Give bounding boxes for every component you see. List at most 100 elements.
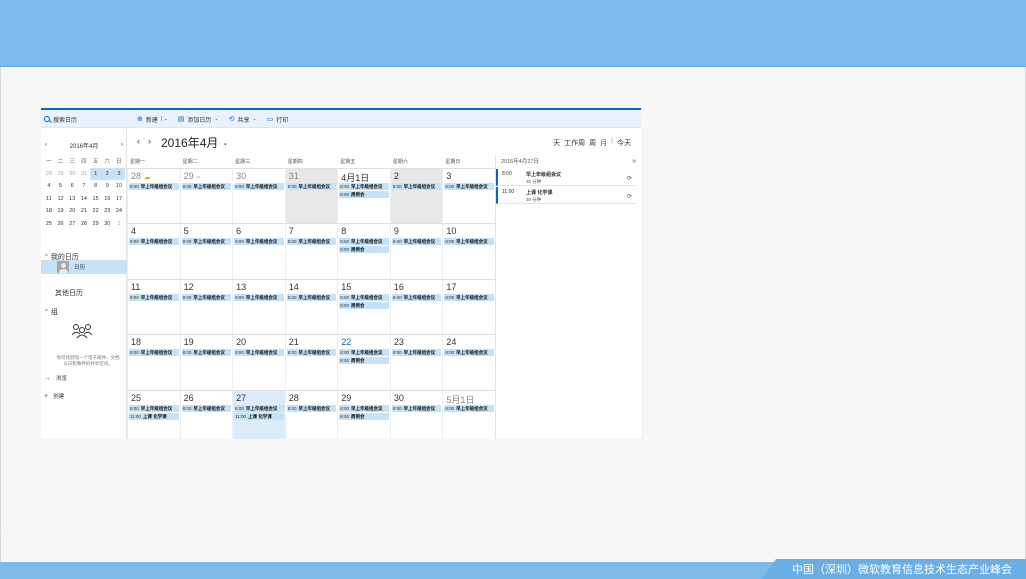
- day-cell[interactable]: 29 ○ 8:00 早上年级组会议: [179, 168, 233, 224]
- day-cell[interactable]: 18 8:00 早上年级组会议: [127, 334, 180, 390]
- day-cell[interactable]: 7 8:00 早上年级组会议: [284, 223, 338, 279]
- event-item[interactable]: 8:00 早上年级组会议: [234, 238, 284, 246]
- create-group-link[interactable]: + 创建: [44, 392, 64, 401]
- day-cell[interactable]: 30 8:00 早上年级组会议: [232, 168, 285, 224]
- mini-day[interactable]: 29: [55, 168, 67, 181]
- mini-day[interactable]: 30: [101, 218, 113, 231]
- event-item[interactable]: 8:00 早上年级组会议: [444, 404, 494, 412]
- mini-day[interactable]: 31: [78, 168, 90, 181]
- mini-day[interactable]: 24: [113, 205, 125, 218]
- event-item[interactable]: 8:00 早上年级组会议: [391, 404, 442, 412]
- print-button[interactable]: ▭ 打印: [267, 115, 289, 124]
- mini-day[interactable]: 26: [55, 218, 67, 231]
- event-item[interactable]: 8:00 早上年级组会议: [286, 293, 337, 301]
- day-cell[interactable]: 4月1日 8:00 早上年级组会议 8:00 周例会: [337, 168, 390, 224]
- event-item[interactable]: 8:00 早上年级组会议: [444, 183, 494, 190]
- event-item[interactable]: 8:00 早上年级组会议: [234, 293, 284, 301]
- day-cell[interactable]: 5 8:00 早上年级组会议: [179, 223, 233, 279]
- mini-day[interactable]: 21: [78, 205, 90, 218]
- mini-day[interactable]: 22: [90, 205, 102, 218]
- event-item[interactable]: 8:00 早上年级组会议: [391, 293, 442, 301]
- mini-prev-button[interactable]: ‹: [45, 142, 47, 148]
- mini-day[interactable]: 8: [90, 180, 102, 193]
- event-item[interactable]: 8:00 早上年级组会议: [129, 349, 179, 357]
- day-cell[interactable]: 23 8:00 早上年级组会议: [389, 334, 443, 390]
- event-item[interactable]: 8:00 周例会: [339, 191, 389, 198]
- day-cell[interactable]: 15 8:00 早上年级组会议 8:00 周例会: [337, 278, 390, 335]
- day-cell[interactable]: 28 ☁ 8:00 早上年级组会议: [127, 168, 180, 224]
- event-item[interactable]: 8:00 早上年级组会议: [234, 183, 284, 190]
- day-cell[interactable]: 25 8:00 早上年级组会议 11:00 上课 化学课: [127, 389, 180, 439]
- event-item[interactable]: 8:00 早上年级组会议: [391, 183, 442, 190]
- event-item[interactable]: 8:00 早上年级组会议: [129, 238, 179, 246]
- mini-day[interactable]: 28: [78, 218, 90, 231]
- event-item[interactable]: 8:00 早上年级组会议: [339, 238, 389, 246]
- day-cell[interactable]: 17 8:00 早上年级组会议: [442, 278, 495, 335]
- day-cell[interactable]: 28 8:00 早上年级组会议: [284, 389, 338, 439]
- day-cell[interactable]: 3 8:00 早上年级组会议: [442, 168, 495, 224]
- prev-month-button[interactable]: ‹: [137, 136, 140, 146]
- day-cell[interactable]: 24 8:00 早上年级组会议: [442, 334, 495, 390]
- event-item[interactable]: 8:00 早上年级组会议: [234, 349, 284, 357]
- event-item[interactable]: 8:00 早上年级组会议: [129, 183, 179, 190]
- mini-day[interactable]: 29: [90, 218, 102, 231]
- mini-day[interactable]: 7: [78, 180, 90, 193]
- mini-day[interactable]: 19: [55, 205, 67, 218]
- event-item[interactable]: 8:00 早上年级组会议: [129, 404, 179, 412]
- event-item[interactable]: 8:00 早上年级组会议: [234, 404, 284, 412]
- mini-day[interactable]: 20: [66, 205, 78, 218]
- day-cell[interactable]: 16 8:00 早上年级组会议: [389, 278, 443, 335]
- mini-day[interactable]: 15: [90, 193, 102, 206]
- day-cell[interactable]: 2 8:00 早上年级组会议: [389, 168, 443, 224]
- mini-day[interactable]: 18: [43, 205, 55, 218]
- event-item[interactable]: 8:00 早上年级组会议: [339, 404, 389, 412]
- event-item[interactable]: 8:00 周例会: [339, 412, 389, 420]
- event-item[interactable]: 8:00 周例会: [339, 246, 389, 254]
- mini-day[interactable]: 10: [113, 180, 125, 193]
- agenda-event[interactable]: 11:00 上课 化学课 30 分钟 ⟳: [496, 187, 636, 204]
- day-cell[interactable]: 29 8:00 早上年级组会议 8:00 周例会: [337, 389, 390, 439]
- event-item[interactable]: 8:00 早上年级组会议: [391, 349, 442, 357]
- browse-groups-link[interactable]: → 浏览: [44, 374, 67, 383]
- event-item[interactable]: 8:00 早上年级组会议: [444, 293, 494, 301]
- groups-header[interactable]: ^ 组: [45, 307, 58, 317]
- add-calendar-button[interactable]: ▤ 添加日历 ⌄: [178, 115, 219, 124]
- view-工作周[interactable]: 工作周: [564, 138, 585, 148]
- new-button[interactable]: ⊕ 新建 | ⌄: [137, 115, 168, 124]
- event-item[interactable]: 8:00 早上年级组会议: [181, 238, 232, 246]
- month-title[interactable]: 2016年4月 ⌄: [161, 134, 228, 151]
- mini-day[interactable]: 14: [78, 193, 90, 206]
- view-月[interactable]: 月: [600, 138, 607, 148]
- day-cell[interactable]: 10 8:00 早上年级组会议: [442, 223, 495, 279]
- event-item[interactable]: 8:00 早上年级组会议: [339, 293, 389, 301]
- day-cell[interactable]: 19 8:00 早上年级组会议: [179, 334, 233, 390]
- day-cell[interactable]: 8 8:00 早上年级组会议 8:00 周例会: [337, 223, 390, 279]
- day-cell[interactable]: 11 8:00 早上年级组会议: [127, 278, 180, 335]
- event-item[interactable]: 8:00 早上年级组会议: [129, 293, 179, 301]
- mini-day[interactable]: 5: [55, 180, 67, 193]
- mini-day[interactable]: 17: [113, 193, 125, 206]
- event-item[interactable]: 8:00 早上年级组会议: [339, 183, 389, 190]
- event-item[interactable]: 8:00 周例会: [339, 301, 389, 309]
- event-item[interactable]: 8:00 早上年级组会议: [444, 238, 494, 246]
- day-cell[interactable]: 22 8:00 早上年级组会议 8:00 周例会: [337, 334, 390, 390]
- day-cell[interactable]: 14 8:00 早上年级组会议: [284, 278, 338, 335]
- share-button[interactable]: ⟲ 共享 ⌄: [229, 115, 257, 124]
- view-天[interactable]: 天: [553, 138, 560, 148]
- mini-day[interactable]: 1: [89, 167, 102, 180]
- event-item[interactable]: 8:00 早上年级组会议: [444, 349, 494, 357]
- view-周[interactable]: 周: [589, 138, 596, 148]
- day-cell[interactable]: 6 8:00 早上年级组会议: [232, 223, 285, 279]
- event-item[interactable]: 11:00 上课 化学课: [129, 412, 179, 420]
- mini-day[interactable]: 25: [43, 218, 55, 231]
- collapse-chevron-icon[interactable]: »: [632, 156, 636, 168]
- mini-day[interactable]: 4: [43, 180, 55, 193]
- search-box[interactable]: 搜索日历: [41, 110, 127, 128]
- event-item[interactable]: 11:00 上课 化学课: [234, 412, 284, 420]
- today-button[interactable]: 今天: [617, 138, 631, 148]
- event-item[interactable]: 8:00 早上年级组会议: [181, 349, 232, 357]
- event-item[interactable]: 8:00 早上年级组会议: [286, 349, 337, 357]
- day-cell[interactable]: 20 8:00 早上年级组会议: [232, 334, 285, 390]
- mini-day[interactable]: 9: [101, 180, 113, 193]
- agenda-event[interactable]: 8:00 早上年级组会议 30 分钟 ⟳: [496, 169, 636, 186]
